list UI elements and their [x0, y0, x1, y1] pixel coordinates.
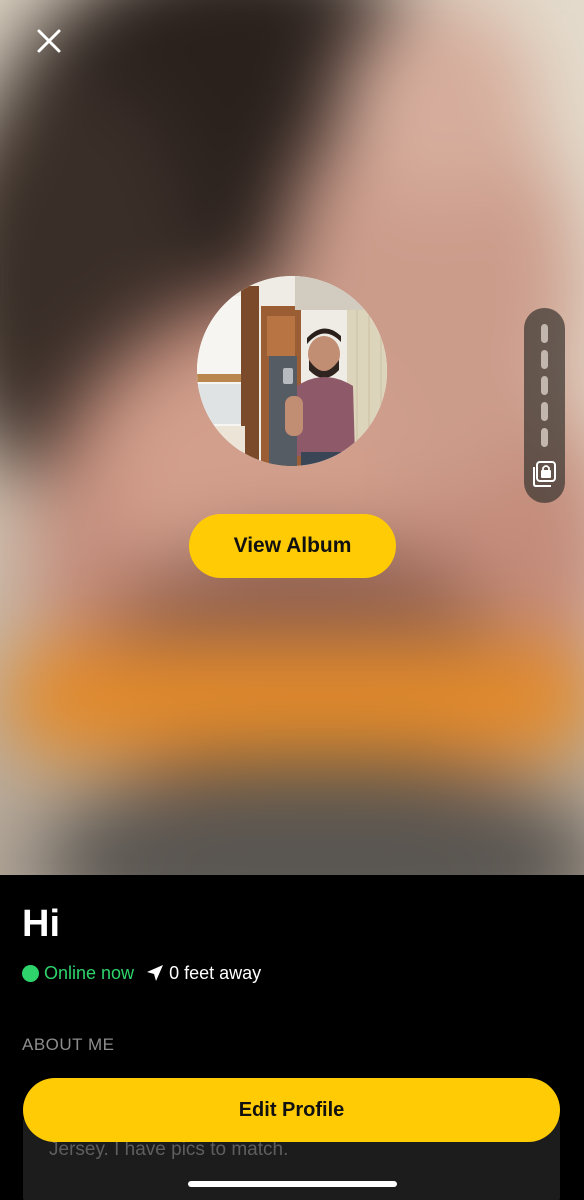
- album-photo-icon: [197, 276, 387, 466]
- home-indicator[interactable]: [188, 1181, 397, 1187]
- scrubber-step[interactable]: [541, 324, 548, 343]
- profile-screen: View Album Hi Online now 0 feet away ABO…: [0, 0, 584, 1200]
- close-button[interactable]: [30, 22, 68, 60]
- profile-name: Hi: [22, 903, 60, 945]
- edit-profile-button[interactable]: Edit Profile: [23, 1078, 560, 1142]
- photo-scrubber[interactable]: [524, 308, 565, 503]
- view-album-button[interactable]: View Album: [189, 514, 396, 578]
- locked-album-icon[interactable]: [532, 460, 558, 488]
- scrubber-step[interactable]: [541, 376, 548, 395]
- photo-forehead: [340, 0, 540, 200]
- album-thumbnail[interactable]: [197, 276, 387, 466]
- photo-orange-band: [0, 640, 584, 760]
- distance-label: 0 feet away: [169, 962, 262, 983]
- scrubber-step[interactable]: [541, 350, 548, 369]
- scrubber-step[interactable]: [541, 402, 548, 421]
- about-me-header: ABOUT ME: [22, 1035, 115, 1054]
- online-status: Online now: [44, 962, 135, 983]
- close-icon: [37, 29, 61, 53]
- profile-info-panel: Hi Online now 0 feet away ABOUT ME Jerse…: [0, 875, 584, 1200]
- status-row: Online now 0 feet away: [22, 961, 261, 985]
- about-me-text: Jersey. I have pics to match.: [49, 1139, 289, 1160]
- online-indicator-icon: [22, 964, 39, 982]
- location-arrow-icon: [147, 965, 164, 981]
- scrubber-step[interactable]: [541, 428, 548, 447]
